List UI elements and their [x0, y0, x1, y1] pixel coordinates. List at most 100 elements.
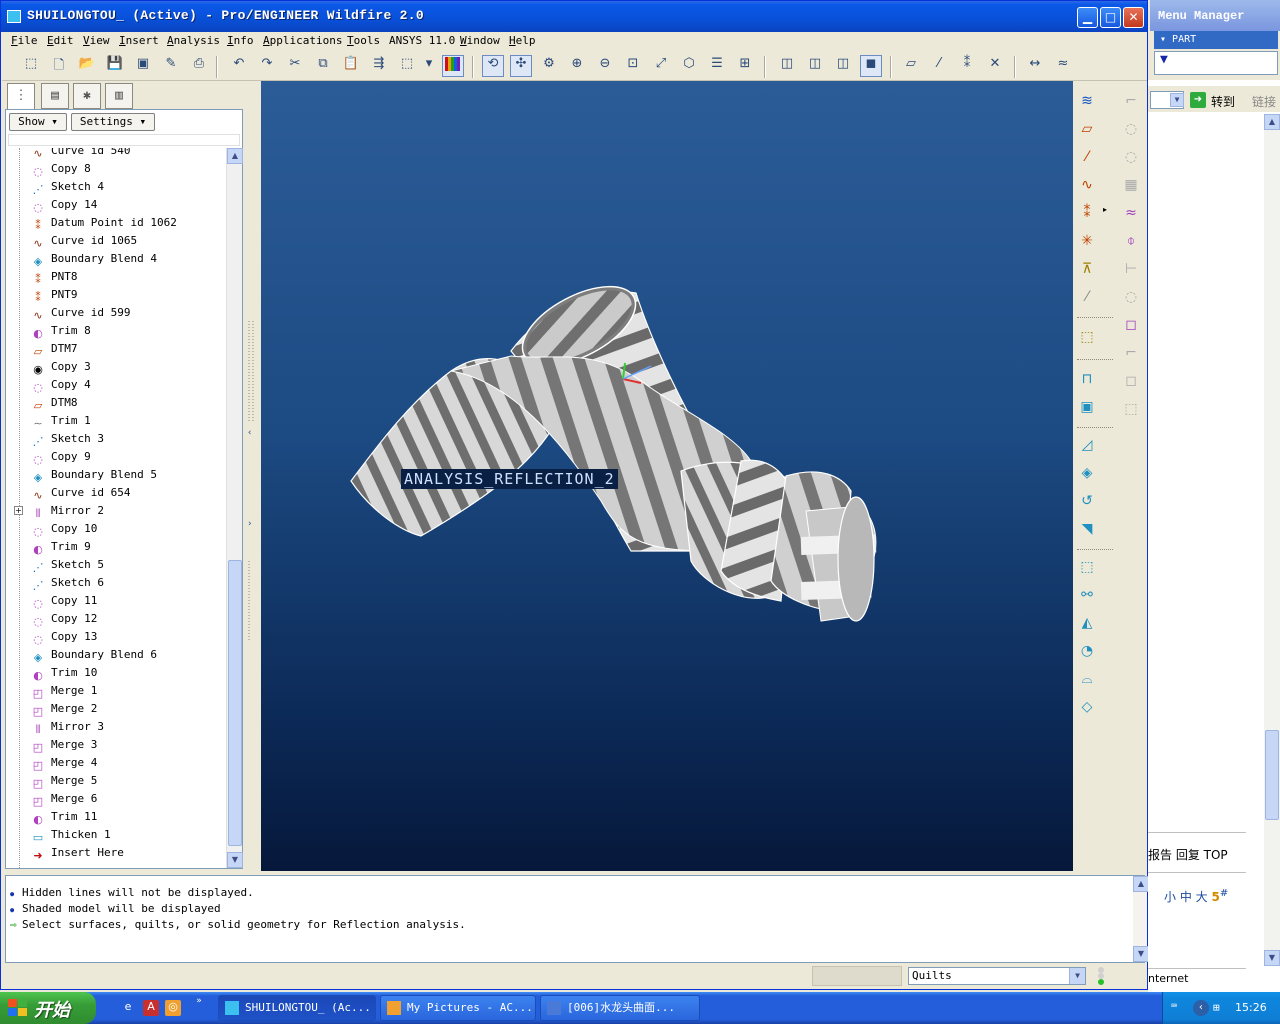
open-folder-icon[interactable]: 📂: [76, 55, 98, 77]
tree-item[interactable]: ◈ Boundary Blend 5: [30, 466, 225, 484]
color-appearance-icon[interactable]: [442, 55, 464, 77]
save-copy-icon[interactable]: ▣: [132, 55, 154, 77]
go-arrow-icon[interactable]: ➜: [1190, 92, 1206, 108]
tree-item[interactable]: ▭ Thicken 1: [30, 826, 225, 844]
taskbar-button[interactable]: SHUILONGTOU_ (Ac...: [218, 995, 376, 1021]
tree-item[interactable]: ◌ Copy 11: [30, 592, 225, 610]
shading-icon[interactable]: ◼: [860, 55, 882, 77]
save-icon[interactable]: 💾: [104, 55, 126, 77]
expand-icon[interactable]: +: [14, 506, 23, 515]
menu-manager-title[interactable]: Menu Manager: [1150, 0, 1280, 31]
print-icon[interactable]: ⎙: [188, 55, 210, 77]
analysis-feature-icon[interactable]: ⊼: [1075, 261, 1099, 285]
selection-box-icon[interactable]: ⬚: [396, 55, 418, 77]
redo-icon[interactable]: ↷: [256, 55, 278, 77]
menu-ansys-11-0[interactable]: ANSYS 11.0: [389, 34, 455, 47]
tree-item[interactable]: ◌ Copy 13: [30, 628, 225, 646]
datum-axes-toggle-icon[interactable]: ⁄: [928, 55, 950, 77]
chevron-down-icon[interactable]: ▼: [1069, 968, 1085, 984]
tree-item[interactable]: ▱ DTM7: [30, 340, 225, 358]
trim-tool-icon[interactable]: ⌓: [1075, 671, 1099, 695]
shell-tool-icon[interactable]: ◈: [1075, 465, 1099, 489]
tree-item[interactable]: ∿ Curve id 654: [30, 484, 225, 502]
quicklaunch-more-icon[interactable]: »: [191, 996, 207, 1012]
tree-item[interactable]: ∿ Curve id 599: [30, 304, 225, 322]
close-button[interactable]: ✕: [1123, 7, 1144, 28]
browser-scrollbar[interactable]: ▲ ▼: [1264, 114, 1280, 966]
app-quicklaunch-icon[interactable]: ◎: [165, 1000, 181, 1016]
datum-points-toggle-icon[interactable]: ⁑: [956, 55, 978, 77]
extrude-tool-icon[interactable]: ⊓: [1075, 371, 1099, 395]
wireframe-icon[interactable]: ◫: [776, 55, 798, 77]
taskbar-button[interactable]: [006]水龙头曲面...: [540, 995, 700, 1021]
navigator-splitter[interactable]: ‹ ›: [245, 81, 259, 871]
new-window-icon[interactable]: ⬚: [20, 55, 42, 77]
tree-item[interactable]: ◐ Trim 11: [30, 808, 225, 826]
edit-icon[interactable]: ✎: [160, 55, 182, 77]
tree-item[interactable]: ⫴ Mirror 3: [30, 718, 225, 736]
tree-item[interactable]: ◉ Copy 3: [30, 358, 225, 376]
datum-plane-tool-icon[interactable]: ▱: [1075, 121, 1099, 145]
show-dropdown[interactable]: Show ▾: [9, 113, 67, 131]
tree-item[interactable]: ◌ Copy 12: [30, 610, 225, 628]
tree-item[interactable]: ⋰ Sketch 4: [30, 178, 225, 196]
orient-mode-icon[interactable]: ⚙: [538, 55, 560, 77]
mirror-tool-icon[interactable]: ◭: [1075, 615, 1099, 639]
tree-item[interactable]: ⋰ Sketch 6: [30, 574, 225, 592]
tree-item[interactable]: ∿ Curve id 1065: [30, 232, 225, 250]
graphics-window[interactable]: ANALYSIS_REFLECTION_2: [261, 81, 1073, 871]
post-nav-links[interactable]: 报告 回复 TOP: [1148, 846, 1228, 863]
layers-icon[interactable]: ☰: [706, 55, 728, 77]
model-tree-tab-icon[interactable]: ⋮: [7, 83, 35, 111]
scroll-thumb[interactable]: [228, 560, 242, 846]
title-bar[interactable]: SHUILONGTOU_ (Active) - Pro/ENGINEER Wil…: [1, 1, 1147, 32]
menu-help[interactable]: Help: [509, 34, 536, 47]
tree-item[interactable]: ⫴ Mirror 2: [30, 502, 225, 520]
address-dropdown-icon[interactable]: ▼: [1170, 93, 1184, 107]
tree-item[interactable]: ⋰ Sketch 5: [30, 556, 225, 574]
menu-insert[interactable]: Insert: [119, 34, 159, 47]
pattern-tool-icon[interactable]: ⚯: [1075, 587, 1099, 611]
menu-edit[interactable]: Edit: [47, 34, 74, 47]
thicken-tool-icon[interactable]: ◇: [1075, 699, 1099, 723]
menu-manager-filter-icon[interactable]: ▼: [1154, 51, 1278, 75]
go-button[interactable]: 转到: [1211, 93, 1235, 110]
copy-icon[interactable]: ⧉: [312, 55, 334, 77]
message-scrollbar[interactable]: ▲ ▼: [1133, 876, 1149, 962]
merge-tool-icon[interactable]: ◔: [1075, 643, 1099, 667]
tree-item[interactable]: ∿ Curve id 540: [30, 148, 225, 160]
datum-axis-tool-icon[interactable]: ⁄: [1075, 149, 1099, 173]
favorites-tab-icon[interactable]: ✱: [73, 83, 101, 109]
round-tool-icon[interactable]: ⬚: [1075, 559, 1099, 583]
tree-item[interactable]: ◐ Trim 9: [30, 538, 225, 556]
tree-item[interactable]: ◰ Merge 6: [30, 790, 225, 808]
selection-dropdown-icon[interactable]: ▾: [422, 55, 436, 77]
menu-info[interactable]: Info: [227, 34, 254, 47]
measure-icon[interactable]: ↔: [1024, 55, 1046, 77]
zoom-in-icon[interactable]: ⊕: [566, 55, 588, 77]
scroll-up-icon[interactable]: ▲: [227, 148, 243, 164]
tree-item[interactable]: ◈ Boundary Blend 6: [30, 646, 225, 664]
datum-curve-tool-icon[interactable]: ∿: [1075, 177, 1099, 201]
ie-quicklaunch-icon[interactable]: e: [120, 1000, 136, 1016]
fill-tool-icon[interactable]: ◻: [1119, 317, 1143, 341]
zoom-out-icon[interactable]: ⊖: [594, 55, 616, 77]
spin-center-icon[interactable]: ✣: [510, 55, 532, 77]
minimize-button[interactable]: ▁: [1077, 7, 1098, 28]
datum-planes-toggle-icon[interactable]: ▱: [900, 55, 922, 77]
tree-item[interactable]: ⁑ PNT8: [30, 268, 225, 286]
tree-item[interactable]: ◐ Trim 10: [30, 664, 225, 682]
menu-tools[interactable]: Tools: [347, 34, 380, 47]
links-button[interactable]: 链接: [1252, 93, 1276, 110]
selection-filter-select[interactable]: Quilts ▼: [908, 967, 1086, 985]
menu-file[interactable]: File: [11, 34, 38, 47]
regenerate-icon[interactable]: ⇶: [368, 55, 390, 77]
tree-item[interactable]: ◈ Boundary Blend 4: [30, 250, 225, 268]
connections-tab-icon[interactable]: ▥: [105, 83, 133, 109]
keyboard-tray-icon[interactable]: ⌨: [1171, 1001, 1187, 1015]
no-hidden-icon[interactable]: ◫: [832, 55, 854, 77]
style-tool-icon[interactable]: ≈: [1119, 205, 1143, 229]
cut-icon[interactable]: ✂: [284, 55, 306, 77]
tree-item[interactable]: ◰ Merge 2: [30, 700, 225, 718]
tree-item[interactable]: ⋰ Sketch 3: [30, 430, 225, 448]
